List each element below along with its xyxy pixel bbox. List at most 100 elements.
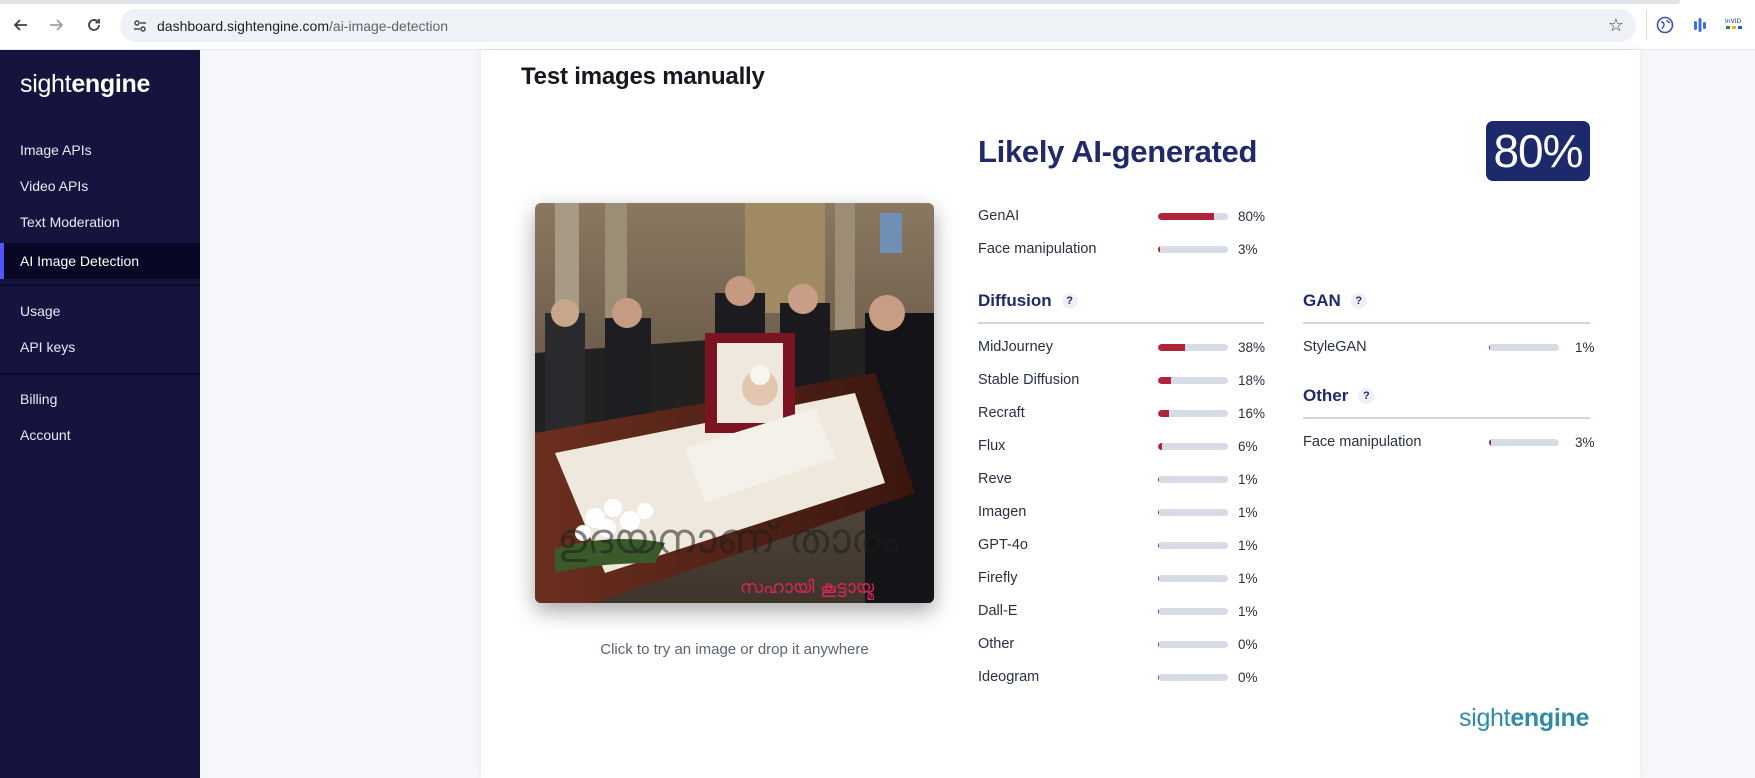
address-bar[interactable]: dashboard.sightengine.com/ai-image-detec… [120, 9, 1636, 42]
score-label: Ideogram [978, 669, 1040, 685]
other-help-icon[interactable]: ? [1358, 388, 1375, 404]
svg-text:സഹായി കൂട്ടായ്മ: സഹായി കൂട്ടായ്മ [740, 577, 875, 600]
score-percent: 18% [1238, 372, 1266, 388]
score-bar [1158, 476, 1228, 483]
diffusion-help-icon[interactable]: ? [1061, 293, 1078, 309]
diffusion-title: Diffusion [978, 291, 1052, 310]
forward-icon[interactable] [44, 13, 68, 37]
sidebar-item-label: AI Image Detection [20, 253, 140, 269]
score-bar [1158, 575, 1228, 582]
score-bar [1158, 608, 1228, 615]
back-icon[interactable] [9, 13, 33, 37]
score-row: Recraft 16% [978, 403, 1268, 423]
score-bar-fill [1158, 674, 1159, 681]
score-bar-fill [1158, 410, 1170, 417]
score-row: StyleGAN 1% [1303, 337, 1595, 357]
score-bar [1158, 213, 1228, 220]
sidebar-item-billing[interactable]: Billing [0, 381, 200, 417]
browser-toolbar: dashboard.sightengine.com/ai-image-detec… [0, 0, 1755, 50]
sidebar-item-label: Usage [20, 303, 61, 319]
score-bar-fill [1158, 509, 1160, 516]
other-divider [1303, 417, 1590, 419]
sidebar-item-label: API keys [20, 339, 76, 355]
invid-icon[interactable]: InVID [1722, 12, 1748, 38]
score-percent: 0% [1238, 669, 1258, 685]
footer-brand-light: sight [1459, 704, 1511, 732]
sidebar-item-account[interactable]: Account [0, 417, 200, 453]
score-bar [1158, 344, 1228, 351]
verdict-heading: Likely AI-generated [978, 134, 1258, 169]
score-percent: 3% [1238, 241, 1258, 257]
score-bar-fill [1158, 641, 1159, 648]
sidebar-divider [0, 373, 200, 375]
sidebar-item-api-keys[interactable]: API keys [0, 329, 200, 365]
score-label: Dall-E [978, 603, 1018, 619]
gan-help-icon[interactable]: ? [1350, 293, 1367, 309]
score-bar-fill [1158, 476, 1160, 483]
score-badge: 80% [1486, 121, 1590, 181]
sidebar-item-ai-image-detection[interactable]: AI Image Detection [0, 243, 200, 279]
site-info-icon[interactable] [130, 16, 150, 36]
url-text: dashboard.sightengine.com/ai-image-detec… [157, 18, 448, 34]
score-percent: 0% [1238, 636, 1258, 652]
score-row: Stable Diffusion 18% [978, 370, 1268, 390]
score-bar-fill [1158, 542, 1160, 549]
score-row: MidJourney 38% [978, 337, 1268, 357]
score-row: Imagen 1% [978, 502, 1268, 522]
sidebar-item-label: Image APIs [20, 142, 92, 158]
score-label: Stable Diffusion [978, 372, 1080, 388]
score-label: Face manipulation [1303, 434, 1422, 450]
score-bar [1158, 246, 1228, 253]
score-bar-fill [1158, 213, 1214, 220]
sidebar: sightengine Image APIs Video APIs Text M… [0, 50, 200, 778]
score-bar [1158, 641, 1228, 648]
score-label: Flux [978, 438, 1006, 454]
score-bar-fill [1158, 608, 1160, 615]
sidebar-item-image-apis[interactable]: Image APIs [0, 132, 200, 168]
sidebar-item-usage[interactable]: Usage [0, 293, 200, 329]
score-percent: 38% [1238, 339, 1266, 355]
star-icon[interactable]: ☆ [1608, 15, 1624, 36]
score-row: Other 0% [978, 634, 1268, 654]
score-bar [1489, 344, 1559, 351]
sightengine-logo[interactable]: sightengine [20, 70, 150, 99]
score-percent: 1% [1575, 339, 1595, 355]
score-percent: 1% [1238, 570, 1258, 586]
score-label: Recraft [978, 405, 1025, 421]
score-bar-fill [1489, 439, 1492, 446]
score-percent: 1% [1238, 471, 1258, 487]
other-title: Other [1303, 386, 1349, 405]
other-heading: Other ? [1303, 386, 1375, 406]
sidebar-item-video-apis[interactable]: Video APIs [0, 168, 200, 204]
score-label: Face manipulation [978, 241, 1097, 257]
sidebar-item-text-moderation[interactable]: Text Moderation [0, 204, 200, 240]
score-bar [1158, 377, 1228, 384]
sidebar-divider [0, 284, 200, 286]
score-row: Firefly 1% [978, 568, 1268, 588]
score-row: Dall-E 1% [978, 601, 1268, 621]
uploaded-image[interactable]: ഉദയനാണ് താരം സഹായി കൂട്ടായ്മ [535, 203, 934, 603]
score-label: Firefly [978, 570, 1018, 586]
bars-icon[interactable] [1687, 12, 1713, 38]
svg-text:InVID: InVID [1725, 18, 1741, 25]
score-bar [1158, 674, 1228, 681]
sidebar-item-label: Text Moderation [20, 214, 120, 230]
brand-bold: engine [71, 70, 151, 98]
score-percent: 6% [1238, 438, 1258, 454]
score-label: Reve [978, 471, 1012, 487]
score-percent: 1% [1238, 603, 1258, 619]
score-bar [1158, 542, 1228, 549]
score-row: Reve 1% [978, 469, 1268, 489]
gan-divider [1303, 322, 1590, 324]
globe-icon[interactable] [1652, 12, 1678, 38]
score-percent: 3% [1575, 434, 1595, 450]
upload-hint[interactable]: Click to try an image or drop it anywher… [535, 641, 934, 658]
reload-icon[interactable] [82, 13, 106, 37]
score-bar-fill [1158, 344, 1185, 351]
sidebar-item-label: Video APIs [20, 178, 89, 194]
score-bar [1158, 509, 1228, 516]
sidebar-item-label: Billing [20, 391, 58, 407]
gan-heading: GAN ? [1303, 291, 1367, 311]
footer-sightengine-logo[interactable]: sightengine [1459, 704, 1589, 733]
brand-light: sight [20, 70, 72, 98]
